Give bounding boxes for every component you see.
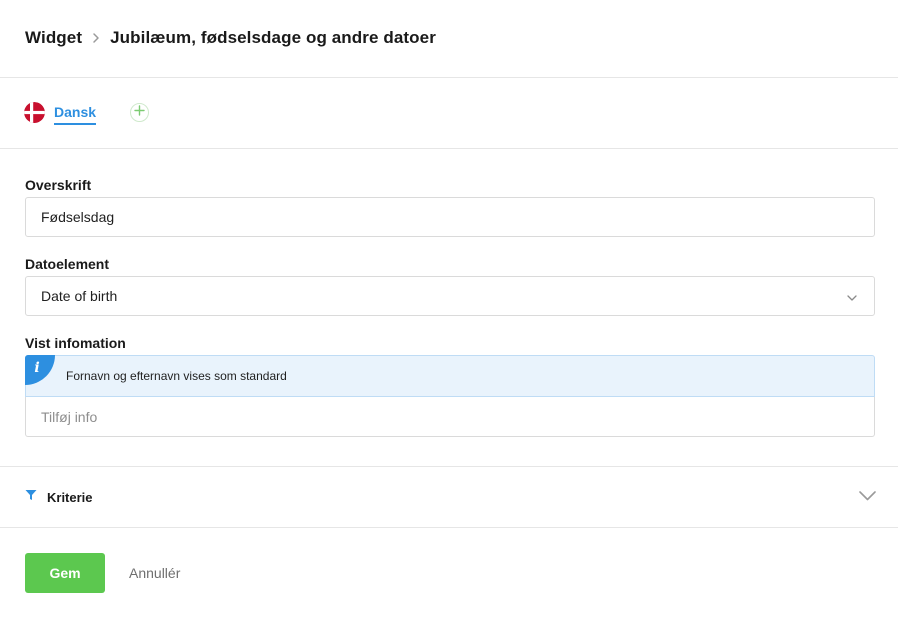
heading-input[interactable]: Fødselsdag: [25, 197, 875, 237]
info-icon: i: [25, 355, 55, 385]
date-element-label: Datoelement: [25, 256, 110, 272]
language-tab-label: Dansk: [54, 104, 97, 125]
filter-icon: [25, 488, 37, 506]
form-actions: Gem Annullér: [0, 528, 898, 593]
add-language-button[interactable]: [130, 102, 150, 122]
info-notice: i Fornavn og efternavn vises som standar…: [25, 355, 875, 397]
date-element-value: Date of birth: [41, 288, 118, 304]
page-header: Widget Jubilæum, fødselsdage og andre da…: [0, 0, 898, 78]
chevron-down-icon: [859, 488, 876, 506]
add-info-input[interactable]: Tilføj info: [25, 397, 875, 437]
chevron-down-icon: [847, 288, 859, 304]
cancel-button[interactable]: Annullér: [129, 565, 180, 581]
plus-icon: [134, 103, 145, 121]
heading-field-label: Overskrift: [25, 177, 92, 193]
criteria-label: Kriterie: [47, 489, 93, 505]
page-title: Jubilæum, fødselsdage og andre datoer: [110, 27, 436, 47]
chevron-right-icon: [82, 32, 110, 44]
svg-text:i: i: [34, 360, 39, 376]
widget-form: Overskrift Fødselsdag Datoelement Date o…: [0, 149, 898, 467]
language-tab-dansk[interactable]: Dansk: [24, 100, 97, 125]
info-text: Fornavn og efternavn vises som standard: [66, 369, 287, 383]
date-element-select[interactable]: Date of birth: [25, 276, 875, 316]
save-button[interactable]: Gem: [25, 553, 105, 593]
criteria-section-toggle[interactable]: Kriterie: [0, 467, 898, 528]
shown-info-label: Vist infomation: [25, 335, 126, 351]
language-tabs: Dansk: [0, 78, 898, 149]
denmark-flag-icon: [24, 101, 45, 123]
breadcrumb-root[interactable]: Widget: [25, 28, 82, 48]
